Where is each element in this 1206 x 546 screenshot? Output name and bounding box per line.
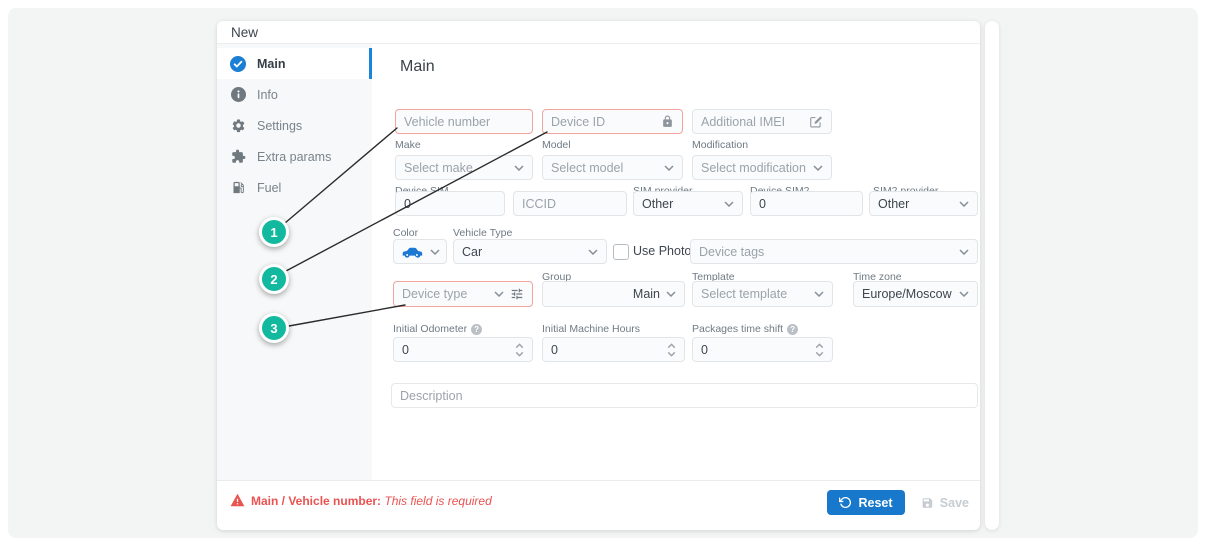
reset-button[interactable]: Reset [827,490,905,515]
initial-odometer-input[interactable] [402,343,509,357]
vehicle-number-field [395,109,533,134]
initial-machine-hours-label: Initial Machine Hours [542,323,640,335]
additional-imei-field [692,109,832,134]
initial-odometer-label: Initial Odometer ? [393,323,482,335]
initial-odometer-field [393,337,533,362]
sidebar: Main Info Settings Extra params [217,44,372,480]
device-sim-input[interactable] [404,197,496,211]
sidebar-item-info[interactable]: Info [217,79,372,110]
chevron-down-icon [813,165,823,171]
sim-provider-select[interactable]: Other [633,191,743,216]
vehicle-number-input[interactable] [404,115,524,129]
use-photo-checkbox[interactable] [613,244,629,260]
new-device-dialog: New Main Info Settings [217,21,980,530]
device-id-input[interactable] [551,115,655,129]
use-photo-label: Use Photo [633,244,691,258]
sidebar-item-settings[interactable]: Settings [217,110,372,141]
time-zone-select[interactable]: Europe/Moscow [853,281,978,307]
callout-1: 1 [259,217,289,247]
initial-machine-hours-input[interactable] [551,343,661,357]
make-select[interactable]: Select make [395,155,533,180]
group-select[interactable]: Main [542,281,685,307]
spinner-icon[interactable] [815,343,824,357]
sidebar-item-label: Settings [257,119,302,133]
chevron-down-icon [814,291,824,297]
initial-machine-hours-field [542,337,685,362]
gear-icon [230,118,246,134]
description-input[interactable] [400,389,969,403]
sidebar-item-label: Extra params [257,150,331,164]
info-icon [230,87,246,103]
device-sim2-field [750,191,863,216]
save-button[interactable]: Save [915,492,975,514]
iccid-field [513,191,627,216]
packages-time-shift-input[interactable] [701,343,809,357]
color-select[interactable] [393,239,447,264]
device-type-select[interactable]: Device type [393,281,533,307]
dialog-footer: Main / Vehicle number: This field is req… [217,480,980,531]
sidebar-item-fuel[interactable]: Fuel [217,172,372,203]
modification-select[interactable]: Select modification [692,155,832,180]
make-label: Make [395,139,421,151]
chevron-down-icon [666,291,676,297]
additional-imei-input[interactable] [701,115,803,129]
description-field [391,383,978,408]
dialog-header: New [217,21,980,44]
screen: New Main Info Settings [0,0,1206,546]
dialog-title: New [231,25,258,40]
save-icon [921,496,934,510]
validation-error: Main / Vehicle number: This field is req… [251,494,492,508]
section-title: Main [400,58,435,76]
lock-icon [661,115,674,128]
device-tags-select[interactable]: Device tags [690,239,978,264]
chevron-down-icon [430,249,440,255]
iccid-input[interactable] [522,197,618,211]
chevron-down-icon [664,165,674,171]
sim2-provider-select[interactable]: Other [869,191,978,216]
puzzle-icon [230,149,246,165]
sidebar-item-label: Fuel [257,181,281,195]
active-tab-indicator [369,48,372,79]
modification-label: Modification [692,139,748,151]
reset-icon [839,496,852,509]
check-circle-icon [230,56,246,72]
help-icon[interactable]: ? [471,324,482,335]
error-field-name: Main / Vehicle number: [251,494,381,508]
sidebar-item-label: Info [257,88,278,102]
chevron-down-icon [959,201,969,207]
template-select[interactable]: Select template [692,281,833,307]
sidebar-item-main[interactable]: Main [217,48,372,79]
callout-3: 3 [259,313,289,343]
chevron-down-icon [588,249,598,255]
device-sim2-input[interactable] [759,197,854,211]
car-icon [400,245,424,258]
chevron-down-icon [514,165,524,171]
chevron-down-icon [959,291,969,297]
sidebar-item-label: Main [257,57,285,71]
vehicle-type-label: Vehicle Type [453,227,512,239]
vehicle-type-select[interactable]: Car [453,239,607,264]
device-id-field [542,109,683,134]
packages-time-shift-label: Packages time shift ? [692,323,798,335]
help-icon[interactable]: ? [787,324,798,335]
fuel-pump-icon [230,180,246,196]
chevron-down-icon [724,201,734,207]
model-select[interactable]: Select model [542,155,683,180]
color-label: Color [393,227,418,239]
spinner-icon[interactable] [515,343,524,357]
model-label: Model [542,139,571,151]
warning-icon [230,493,245,507]
chevron-down-icon [494,291,504,297]
error-message: This field is required [384,494,491,508]
edit-icon[interactable] [809,115,823,129]
chevron-down-icon [959,249,969,255]
device-sim-field [395,191,505,216]
sidebar-item-extra-params[interactable]: Extra params [217,141,372,172]
spinner-icon[interactable] [667,343,676,357]
packages-time-shift-field [692,337,833,362]
callout-2: 2 [259,264,289,294]
dialog-scrollbar[interactable] [985,21,999,530]
device-type-filter-icon[interactable] [510,287,524,301]
